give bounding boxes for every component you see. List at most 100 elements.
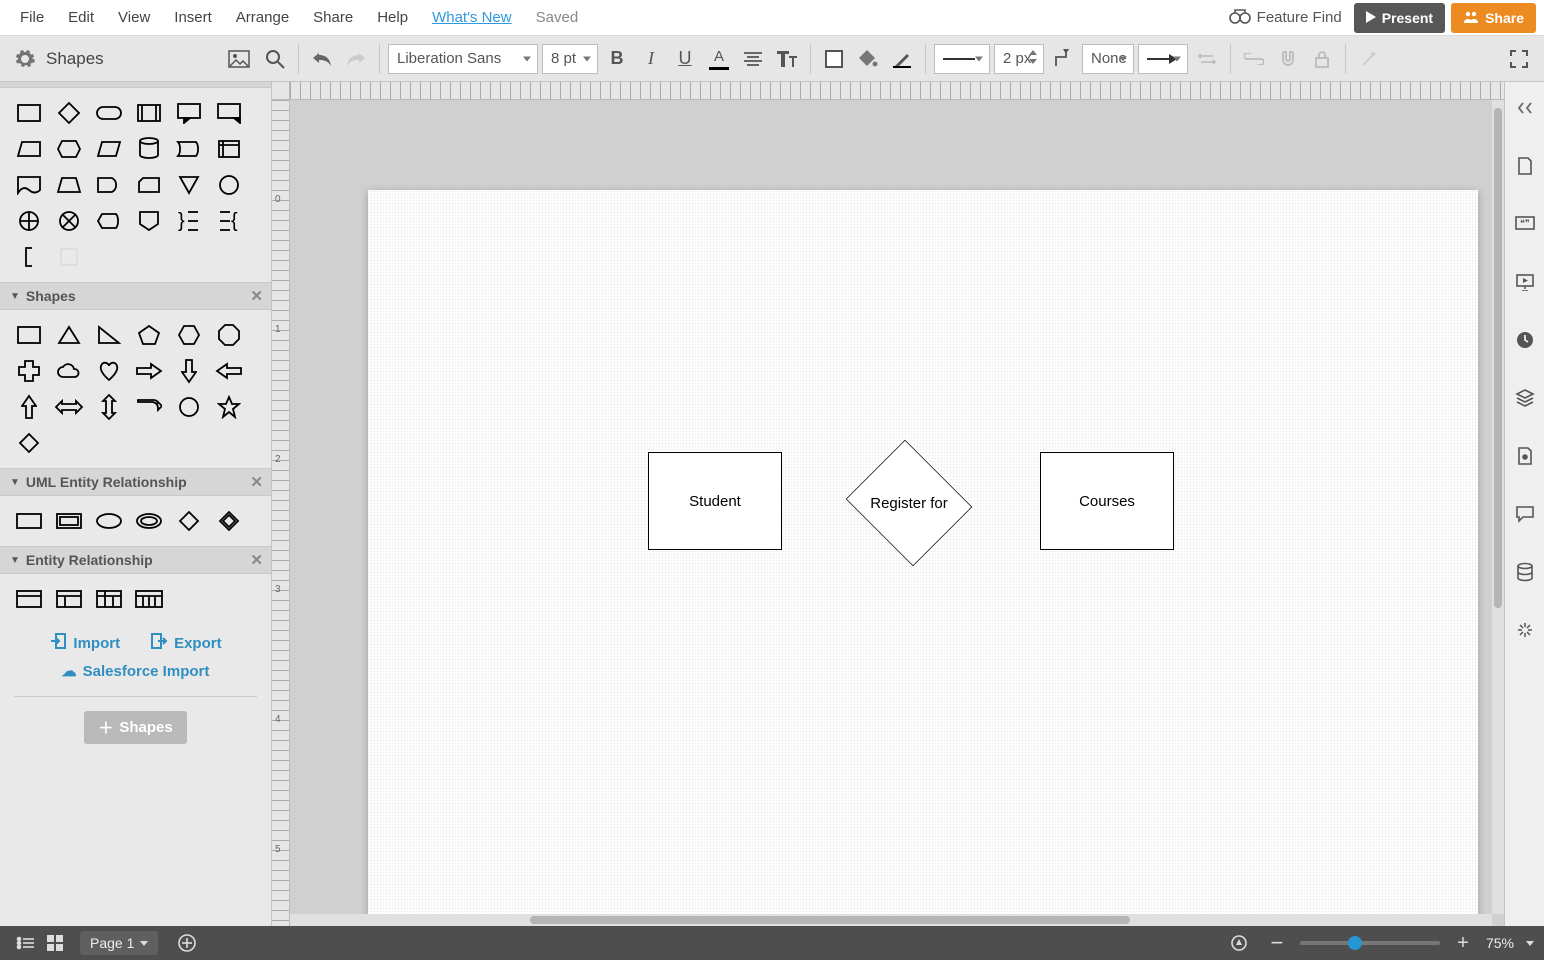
shape-internal-storage[interactable] bbox=[214, 134, 244, 164]
close-icon[interactable]: ✕ bbox=[250, 551, 263, 569]
line-routing-button[interactable] bbox=[1048, 44, 1078, 74]
fill-color-button[interactable] bbox=[819, 44, 849, 74]
shape-doc[interactable] bbox=[14, 170, 44, 200]
horizontal-scrollbar[interactable] bbox=[290, 914, 1492, 926]
salesforce-import-button[interactable]: ☁Salesforce Import bbox=[0, 662, 271, 690]
shape-er-weak-entity[interactable] bbox=[54, 506, 84, 536]
shape-cloud[interactable] bbox=[54, 356, 84, 386]
data-panel-icon[interactable] bbox=[1509, 552, 1541, 592]
shape-er-relationship[interactable] bbox=[174, 506, 204, 536]
shape-triangle[interactable] bbox=[54, 320, 84, 350]
shape-table-4col[interactable] bbox=[134, 584, 164, 614]
shape-callout[interactable] bbox=[174, 98, 204, 128]
line-style-select[interactable] bbox=[934, 44, 990, 74]
shape-arrow-down[interactable] bbox=[174, 356, 204, 386]
underline-button[interactable]: U bbox=[670, 44, 700, 74]
document-panel-icon[interactable] bbox=[1509, 146, 1541, 186]
shape-arrow-right[interactable] bbox=[134, 356, 164, 386]
font-family-select[interactable]: Liberation Sans bbox=[388, 44, 538, 74]
shape-triangle-down[interactable] bbox=[174, 170, 204, 200]
shape-er-attribute[interactable] bbox=[94, 506, 124, 536]
relationship-register-for[interactable]: Register for bbox=[842, 444, 976, 562]
link-button[interactable] bbox=[1239, 44, 1269, 74]
shape-circle[interactable] bbox=[214, 170, 244, 200]
text-color-button[interactable]: A bbox=[704, 44, 734, 74]
swap-ends-button[interactable] bbox=[1192, 44, 1222, 74]
shape-diamond-basic[interactable] bbox=[14, 428, 44, 458]
search-icon[interactable] bbox=[260, 44, 290, 74]
shape-arrow-bent[interactable] bbox=[134, 392, 164, 422]
shape-diamond[interactable] bbox=[54, 98, 84, 128]
shape-arrow-ud[interactable] bbox=[94, 392, 124, 422]
shape-blank[interactable] bbox=[54, 242, 84, 272]
shape-card[interactable] bbox=[134, 170, 164, 200]
entity-student[interactable]: Student bbox=[648, 452, 782, 550]
vertical-ruler[interactable] bbox=[272, 100, 290, 926]
zoom-fit-button[interactable] bbox=[1224, 928, 1254, 958]
redo-button[interactable] bbox=[341, 44, 371, 74]
export-button[interactable]: Export bbox=[150, 632, 222, 654]
line-width-select[interactable]: 2 px bbox=[994, 44, 1044, 74]
line-end-select[interactable] bbox=[1138, 44, 1188, 74]
menu-view[interactable]: View bbox=[106, 9, 162, 26]
shape-delay[interactable] bbox=[94, 170, 124, 200]
shape-hexagon2[interactable] bbox=[174, 320, 204, 350]
section-shapes-header[interactable]: ▼ Shapes ✕ bbox=[0, 282, 271, 310]
line-start-select[interactable]: None bbox=[1082, 44, 1134, 74]
bold-button[interactable]: B bbox=[602, 44, 632, 74]
shape-er-weak-relationship[interactable] bbox=[214, 506, 244, 536]
shape-er-entity[interactable] bbox=[14, 506, 44, 536]
lock-button[interactable] bbox=[1307, 44, 1337, 74]
shape-cylinder[interactable] bbox=[134, 134, 164, 164]
shape-arrow-lr[interactable] bbox=[54, 392, 84, 422]
close-icon[interactable]: ✕ bbox=[250, 82, 263, 83]
shape-heart[interactable] bbox=[94, 356, 124, 386]
border-color-button[interactable] bbox=[887, 44, 917, 74]
magic-wand-button[interactable] bbox=[1354, 44, 1384, 74]
add-shapes-button[interactable]: ＋ Shapes bbox=[84, 711, 186, 744]
shape-rect-basic[interactable] bbox=[14, 320, 44, 350]
shape-rounded-rect[interactable] bbox=[94, 98, 124, 128]
shape-display[interactable] bbox=[94, 206, 124, 236]
close-icon[interactable]: ✕ bbox=[250, 287, 263, 305]
comments-panel-icon[interactable]: ❝❞ bbox=[1509, 204, 1541, 244]
scrollbar-thumb[interactable] bbox=[530, 916, 1130, 924]
share-button[interactable]: Share bbox=[1451, 3, 1536, 33]
italic-button[interactable]: I bbox=[636, 44, 666, 74]
section-uml-header[interactable]: ▼ UML Entity Relationship ✕ bbox=[0, 468, 271, 496]
fullscreen-button[interactable] bbox=[1504, 44, 1534, 74]
shape-parallelogram[interactable] bbox=[94, 134, 124, 164]
chat-panel-icon[interactable] bbox=[1509, 494, 1541, 534]
import-button[interactable]: Import bbox=[49, 632, 120, 654]
vertical-scrollbar[interactable] bbox=[1492, 100, 1504, 914]
text-align-button[interactable] bbox=[738, 44, 768, 74]
shape-er-multivalued[interactable] bbox=[134, 506, 164, 536]
shape-table-2col[interactable] bbox=[54, 584, 84, 614]
shape-brace-right[interactable]: } bbox=[174, 206, 204, 236]
shape-arrow-left[interactable] bbox=[214, 356, 244, 386]
shape-sum[interactable] bbox=[14, 206, 44, 236]
shape-table-3col[interactable] bbox=[94, 584, 124, 614]
menu-whats-new[interactable]: What's New bbox=[420, 9, 524, 26]
shape-cross[interactable] bbox=[14, 356, 44, 386]
menu-help[interactable]: Help bbox=[365, 9, 420, 26]
page[interactable]: Student Register for Courses bbox=[368, 190, 1478, 926]
shape-table-1col[interactable] bbox=[14, 584, 44, 614]
zoom-slider[interactable] bbox=[1300, 941, 1440, 945]
shape-stored-data[interactable] bbox=[174, 134, 204, 164]
layers-panel-icon[interactable] bbox=[1509, 378, 1541, 418]
menu-insert[interactable]: Insert bbox=[162, 9, 224, 26]
close-icon[interactable]: ✕ bbox=[250, 473, 263, 491]
add-page-button[interactable] bbox=[172, 928, 202, 958]
zoom-level-label[interactable]: 75% bbox=[1486, 935, 1514, 951]
entity-courses[interactable]: Courses bbox=[1040, 452, 1174, 550]
text-size-button[interactable] bbox=[772, 44, 802, 74]
actions-panel-icon[interactable] bbox=[1509, 610, 1541, 650]
page-tab[interactable]: Page 1 bbox=[80, 931, 158, 955]
menu-arrange[interactable]: Arrange bbox=[224, 9, 301, 26]
shape-octagon[interactable] bbox=[214, 320, 244, 350]
shape-trapezoid[interactable] bbox=[14, 134, 44, 164]
shape-offpage[interactable] bbox=[134, 206, 164, 236]
shape-pentagon[interactable] bbox=[134, 320, 164, 350]
shape-hexagon[interactable] bbox=[54, 134, 84, 164]
